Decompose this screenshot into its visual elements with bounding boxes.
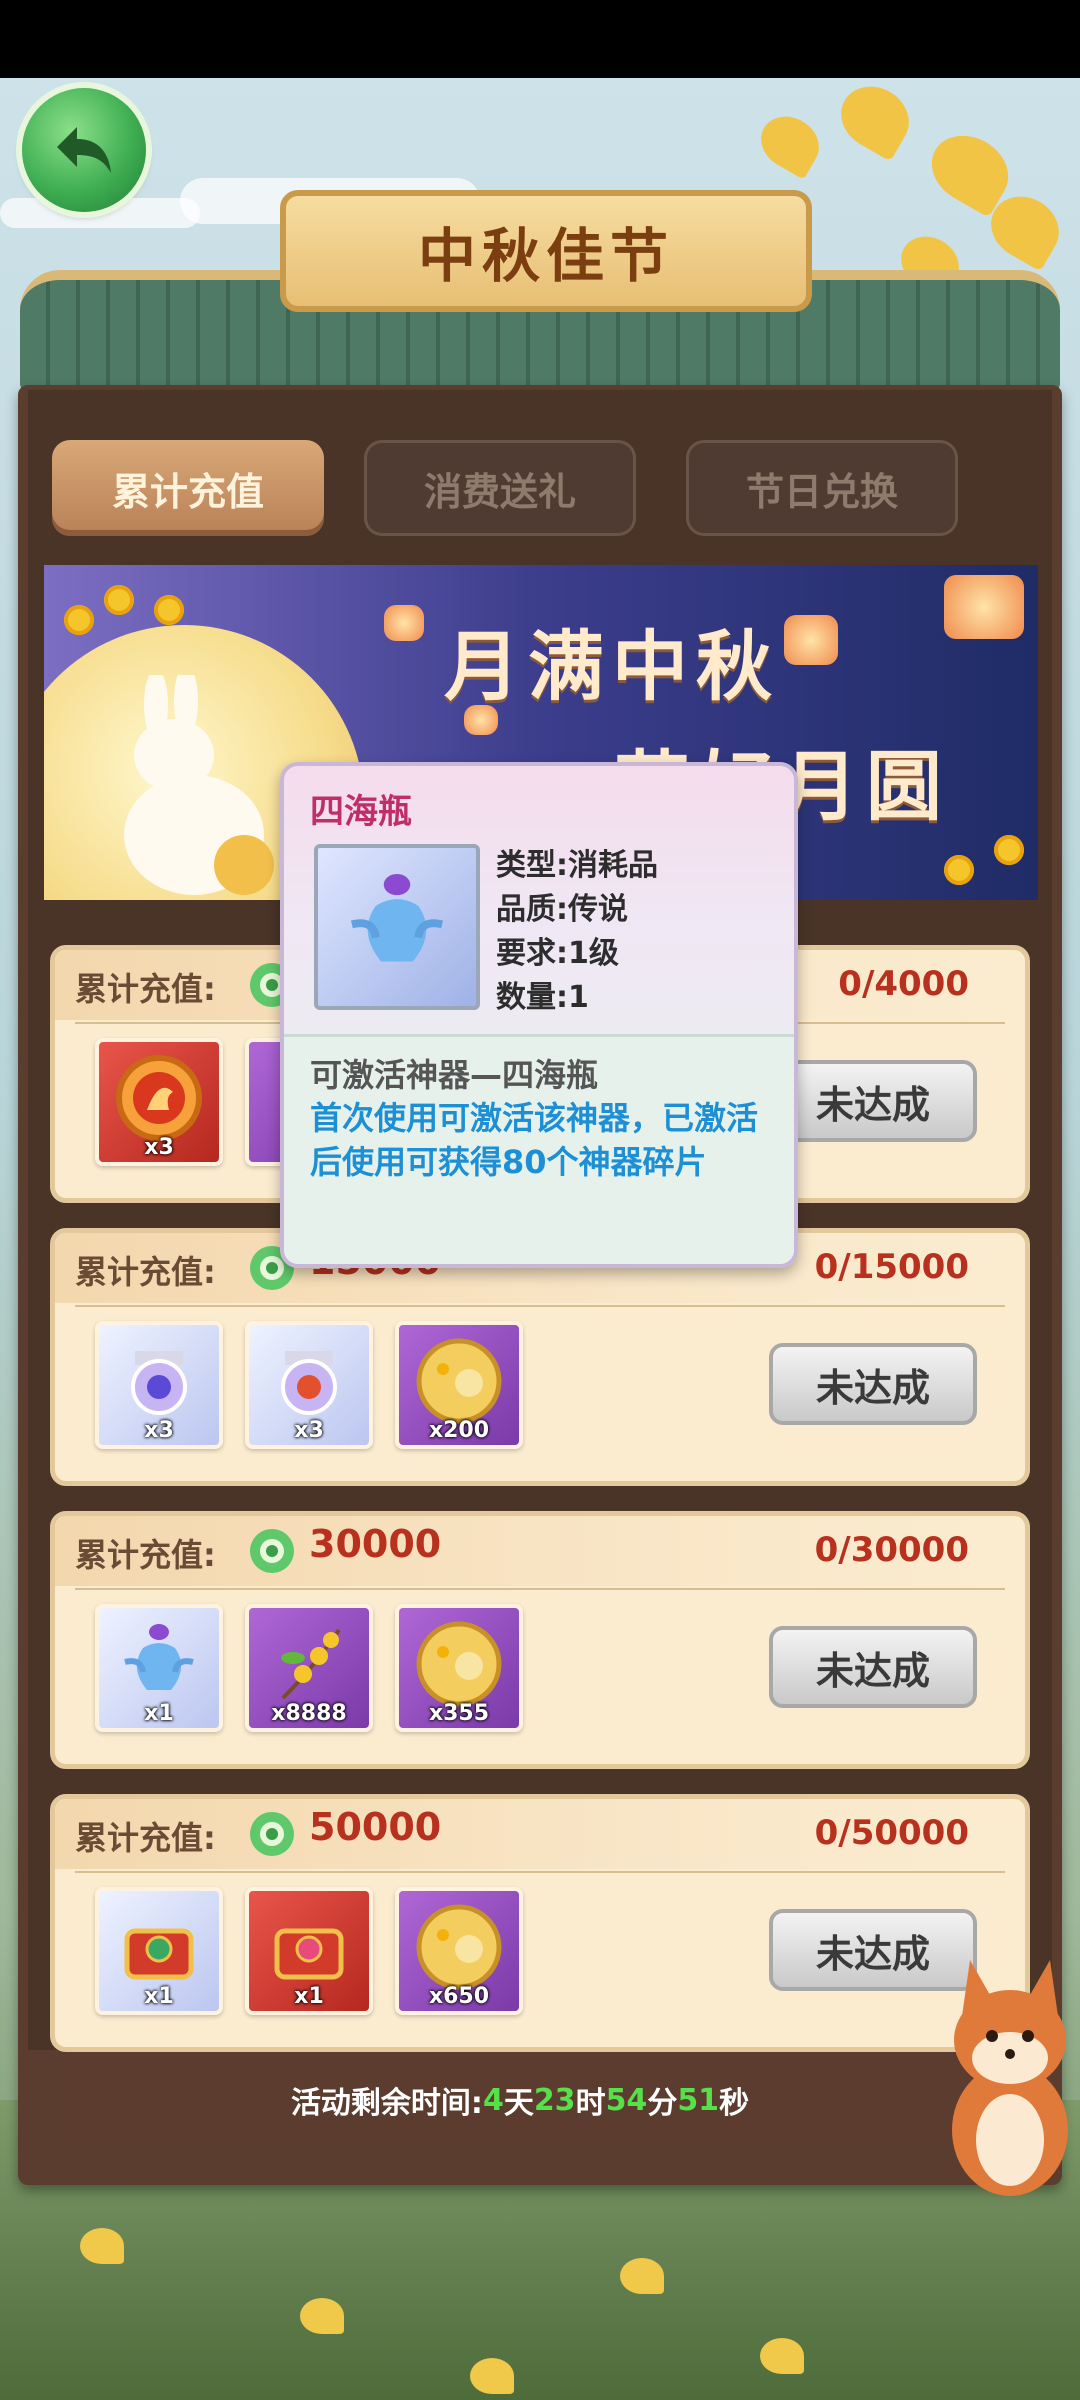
- row-progress: 0/50000: [814, 1813, 969, 1853]
- sihai-vase-icon: [124, 1624, 194, 1690]
- tab-label: 累计充值: [111, 469, 264, 514]
- status-label: 未达成: [815, 1648, 930, 1693]
- tab-spending-gifts[interactable]: 消费送礼: [364, 440, 636, 536]
- banner-text-line1: 月满中秋: [444, 622, 780, 711]
- countdown-seconds-unit: 秒: [719, 2086, 750, 2121]
- reward-item[interactable]: x200: [395, 1321, 523, 1449]
- stat-quality: 品质:传说: [496, 892, 628, 927]
- countdown-days: 4: [482, 2082, 504, 2118]
- tab-cumulative-recharge[interactable]: 累计充值: [52, 440, 324, 536]
- tab-label: 消费送礼: [423, 469, 576, 514]
- row-label: 累计充值:: [75, 1536, 216, 1574]
- status-bar: [0, 0, 1080, 78]
- countdown-bar: 活动剩余时间: 4 天 23 时 54 分 51 秒: [70, 2055, 970, 2145]
- row-progress: 0/4000: [838, 964, 969, 1004]
- sihai-vase-icon: [350, 873, 444, 962]
- jade-coin-icon: [250, 1812, 294, 1856]
- tooltip-description: 首次使用可激活该神器，已激活后使用可获得80个神器碎片: [310, 1099, 759, 1181]
- item-count: x1: [144, 1701, 174, 1726]
- treasure-chest-red-icon: [274, 1928, 344, 1980]
- reward-item[interactable]: x3: [245, 1321, 373, 1449]
- dragon-medal-icon: [116, 1055, 202, 1141]
- item-count: x8888: [271, 1701, 347, 1726]
- reward-item[interactable]: x8888: [245, 1604, 373, 1732]
- rabbit-image: [124, 675, 274, 895]
- countdown-days-unit: 天: [503, 2086, 534, 2121]
- reward-row-4: 累计充值: 50000 0/50000 x1 x1 x650 未达成: [50, 1794, 1030, 2052]
- tab-festival-exchange[interactable]: 节日兑换: [686, 440, 958, 536]
- treasure-chest-green-icon: [124, 1928, 194, 1980]
- item-count: x1: [144, 1984, 174, 2009]
- row-label: 累计充值:: [75, 1819, 216, 1857]
- reward-item[interactable]: x355: [395, 1604, 523, 1732]
- item-count: x200: [428, 1418, 490, 1443]
- countdown-label: 活动剩余时间:: [290, 2086, 483, 2121]
- page-title: 中秋佳节: [417, 222, 674, 290]
- row-target: 30000: [309, 1522, 442, 1566]
- item-count: x355: [428, 1701, 490, 1726]
- reward-item[interactable]: x1: [95, 1604, 223, 1732]
- mooncake-icon: [416, 1904, 502, 1990]
- row-label: 累计充值:: [75, 1253, 216, 1291]
- title-board: 中秋佳节: [280, 190, 812, 312]
- back-arrow-icon: [57, 127, 111, 173]
- reward-item[interactable]: x3: [95, 1038, 223, 1166]
- item-count: x3: [144, 1418, 174, 1443]
- stat-quantity: 数量:1: [496, 980, 589, 1015]
- item-count: x650: [428, 1984, 490, 2009]
- reward-item[interactable]: x650: [395, 1887, 523, 2015]
- item-count: x3: [294, 1418, 324, 1443]
- osmanthus-icon: [281, 1628, 341, 1700]
- item-count: x3: [144, 1135, 174, 1160]
- countdown-minutes-unit: 分: [647, 2086, 678, 2121]
- tooltip-item-frame: [314, 844, 480, 1010]
- claim-status-button[interactable]: 未达成: [769, 1343, 977, 1425]
- countdown-hours-unit: 时: [575, 2086, 606, 2121]
- tooltip-stats: 类型:消耗品 品质:传说 要求:1级 数量:1: [496, 844, 658, 1020]
- back-button[interactable]: [22, 88, 146, 212]
- stat-requirement: 要求:1级: [496, 936, 619, 971]
- reward-item[interactable]: x1: [245, 1887, 373, 2015]
- item-count: x1: [294, 1984, 324, 2009]
- countdown-seconds: 51: [677, 2082, 720, 2118]
- countdown-minutes: 54: [605, 2082, 648, 2118]
- claim-status-button[interactable]: 未达成: [769, 1626, 977, 1708]
- tooltip-item-name: 四海瓶: [310, 792, 412, 832]
- row-label: 累计充值:: [75, 970, 216, 1008]
- reward-item[interactable]: x1: [95, 1887, 223, 2015]
- claim-status-button[interactable]: 未达成: [769, 1060, 977, 1142]
- status-label: 未达成: [815, 1082, 930, 1127]
- crown-mirror-red-icon: [281, 1351, 337, 1415]
- row-target: 50000: [309, 1805, 442, 1849]
- status-label: 未达成: [815, 1931, 930, 1976]
- crown-mirror-blue-icon: [131, 1351, 187, 1415]
- tooltip-desc-title: 可激活神器—四海瓶: [310, 1056, 599, 1094]
- fox-mascot: [952, 1960, 1068, 2196]
- reward-row-3: 累计充值: 30000 0/30000 x1 x8888 x355 未达成: [50, 1511, 1030, 1769]
- countdown-hours: 23: [533, 2082, 576, 2118]
- item-tooltip: 四海瓶 类型:消耗品 品质:传说 要求:1级 数量:1 可激活神器—四海瓶 首次…: [280, 762, 798, 1268]
- row-progress: 0/15000: [814, 1247, 969, 1287]
- status-label: 未达成: [815, 1365, 930, 1410]
- mooncake-icon: [416, 1338, 502, 1424]
- reward-item[interactable]: x3: [95, 1321, 223, 1449]
- row-progress: 0/30000: [814, 1530, 969, 1570]
- stat-type: 类型:消耗品: [496, 848, 658, 883]
- jade-coin-icon: [250, 1529, 294, 1573]
- tab-label: 节日兑换: [745, 469, 898, 514]
- mooncake-icon: [416, 1621, 502, 1707]
